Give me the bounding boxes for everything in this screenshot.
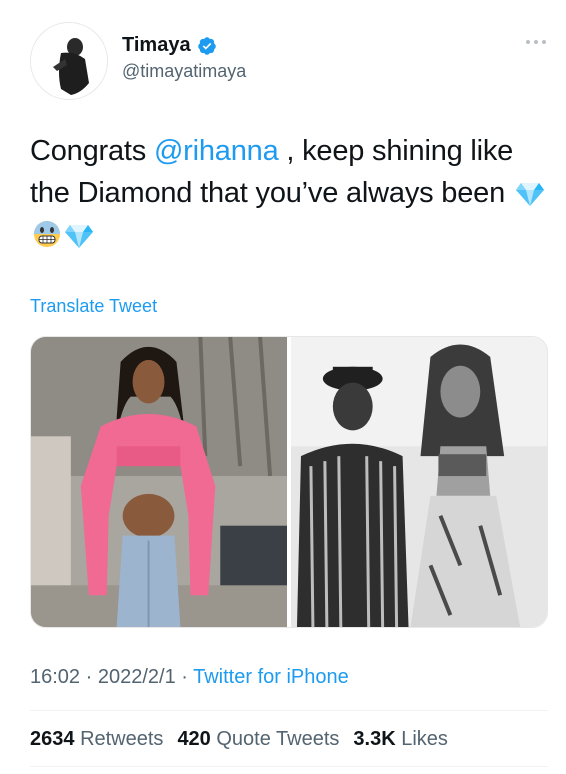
gem-icon (515, 183, 544, 206)
divider-bottom (30, 766, 548, 767)
tweet-text: Congrats @rihanna , keep shining like th… (30, 130, 550, 256)
grimacing-face-icon (34, 221, 60, 247)
name-block: Timaya @timayatimaya (122, 34, 246, 82)
avatar-image (31, 23, 107, 99)
user-handle[interactable]: @timayatimaya (122, 61, 246, 82)
likes-label: Likes (401, 728, 448, 750)
tweet-date[interactable]: 2022/2/1 (98, 666, 176, 688)
quote-tweets-stat[interactable]: 420 Quote Tweets (177, 728, 339, 751)
retweets-stat[interactable]: 2634 Retweets (30, 728, 163, 751)
tweet-time[interactable]: 16:02 (30, 666, 80, 688)
quotes-label: Quote Tweets (216, 728, 340, 750)
avatar[interactable] (30, 22, 108, 100)
media-grid (30, 336, 548, 628)
tweet-stats: 2634 Retweets 420 Quote Tweets 3.3K Like… (30, 728, 448, 751)
gem-icon (65, 225, 93, 248)
likes-count: 3.3K (353, 728, 396, 750)
translate-tweet-link[interactable]: Translate Tweet (30, 296, 157, 317)
verified-badge-icon (197, 36, 216, 55)
display-name[interactable]: Timaya (122, 34, 191, 57)
tweet-source[interactable]: Twitter for iPhone (193, 666, 349, 688)
tweet-text-part1: Congrats (30, 135, 154, 167)
quotes-count: 420 (177, 728, 211, 750)
photo-woman-pink-jacket[interactable] (31, 337, 287, 627)
tweet-header: Timaya @timayatimaya (30, 22, 550, 102)
photo-two-people-black-white[interactable] (291, 337, 547, 627)
more-options-icon[interactable] (522, 34, 550, 50)
tweet-meta: 16:02 · 2022/2/1 · Twitter for iPhone (30, 666, 349, 689)
divider (30, 710, 548, 711)
meta-separator: · (80, 666, 98, 688)
likes-stat[interactable]: 3.3K Likes (353, 728, 448, 751)
retweets-count: 2634 (30, 728, 75, 750)
mention-link[interactable]: @rihanna (154, 135, 279, 167)
retweets-label: Retweets (80, 728, 164, 750)
meta-separator-2: · (175, 666, 194, 688)
